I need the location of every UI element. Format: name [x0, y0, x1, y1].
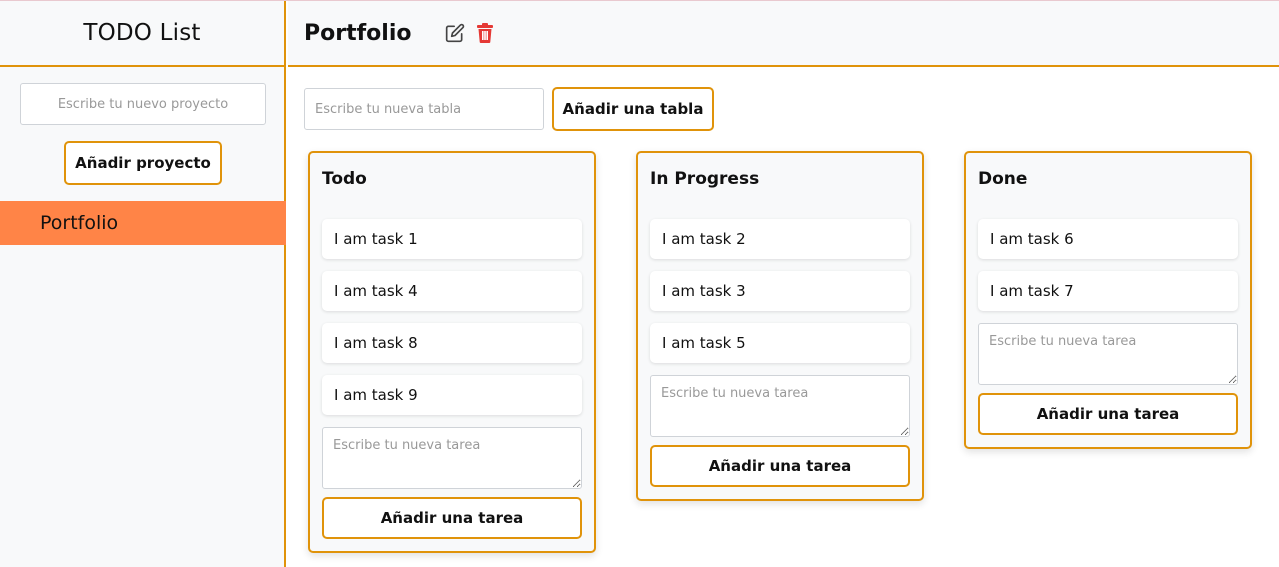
sidebar: TODO List Añadir proyecto Portfolio [0, 1, 286, 567]
task-card[interactable]: I am task 3 [650, 271, 910, 311]
task-card[interactable]: I am task 9 [322, 375, 582, 415]
edit-icon[interactable] [444, 22, 466, 44]
trash-icon[interactable] [474, 22, 496, 44]
task-card[interactable]: I am task 8 [322, 323, 582, 363]
board-title: In Progress [650, 169, 760, 189]
project-title: Portfolio [304, 20, 412, 46]
new-task-input[interactable] [322, 427, 582, 489]
task-card[interactable]: I am task 1 [322, 219, 582, 259]
task-card[interactable]: I am task 4 [322, 271, 582, 311]
project-item-label: Portfolio [40, 212, 119, 234]
app-title: TODO List [83, 20, 201, 46]
main-header: Portfolio [288, 1, 1279, 67]
new-table-input[interactable] [304, 88, 544, 130]
new-task-input[interactable] [650, 375, 910, 437]
add-task-button[interactable]: Añadir una tarea [650, 445, 910, 487]
add-project-button[interactable]: Añadir proyecto [64, 141, 222, 185]
add-task-button[interactable]: Añadir una tarea [978, 393, 1238, 435]
project-item-portfolio[interactable]: Portfolio [0, 201, 286, 245]
board-title: Done [978, 169, 1028, 189]
board-in-progress: In Progress I am task 2 I am task 3 I am… [636, 151, 924, 501]
task-card[interactable]: I am task 6 [978, 219, 1238, 259]
task-card[interactable]: I am task 5 [650, 323, 910, 363]
new-task-input[interactable] [978, 323, 1238, 385]
task-card[interactable]: I am task 7 [978, 271, 1238, 311]
board-done: Done I am task 6 I am task 7 Añadir una … [964, 151, 1252, 449]
sidebar-header: TODO List [0, 1, 284, 67]
board-todo: Todo I am task 1 I am task 4 I am task 8… [308, 151, 596, 553]
add-table-button[interactable]: Añadir una tabla [552, 87, 714, 131]
new-project-input[interactable] [20, 83, 266, 125]
board-title: Todo [322, 169, 367, 189]
task-card[interactable]: I am task 2 [650, 219, 910, 259]
add-task-button[interactable]: Añadir una tarea [322, 497, 582, 539]
